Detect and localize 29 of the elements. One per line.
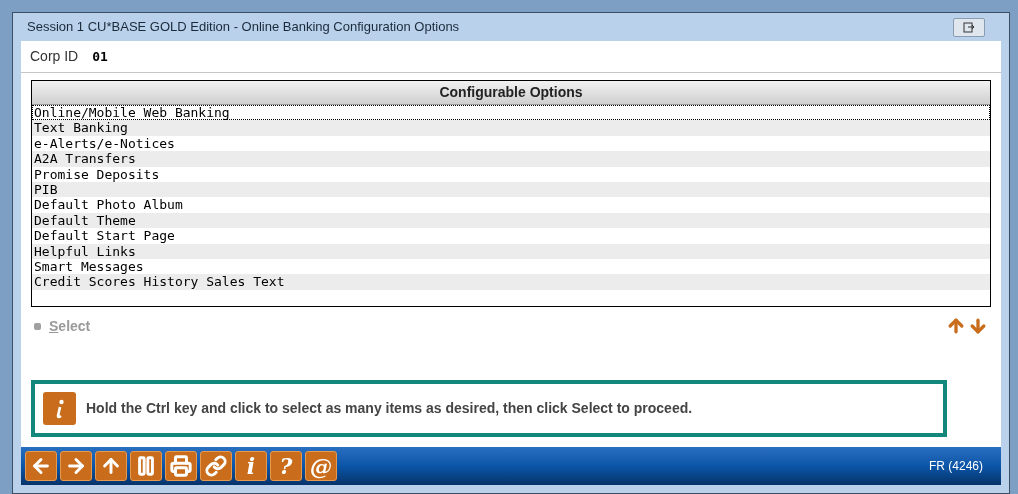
pause-icon — [135, 455, 157, 477]
window-title: Session 1 CU*BASE GOLD Edition - Online Banking Configuration Options — [26, 18, 460, 37]
toolbar-button[interactable]: i — [235, 451, 267, 481]
arrow-right-button[interactable] — [60, 451, 92, 481]
page-down-icon[interactable] — [968, 316, 988, 336]
option-row[interactable]: Credit Scores History Sales Text — [32, 274, 990, 290]
toolbar-button[interactable]: @ — [305, 451, 337, 481]
window-icon — [963, 21, 975, 33]
option-row[interactable]: Text Banking — [32, 120, 990, 136]
printer-button[interactable] — [165, 451, 197, 481]
arrow-left-button[interactable] — [25, 451, 57, 481]
link-icon — [205, 455, 227, 477]
option-row[interactable]: A2A Transfers — [32, 151, 990, 167]
table-heading: Configurable Options — [32, 81, 990, 105]
toolbar-button[interactable]: ? — [270, 451, 302, 481]
link-button[interactable] — [200, 451, 232, 481]
info-message: Hold the Ctrl key and click to select as many items as desired, then click Select to proceed. — [86, 399, 693, 418]
corp-id-label: Corp ID — [30, 47, 79, 66]
page-up-icon[interactable] — [946, 316, 966, 336]
screen-code: FR (4246) — [928, 458, 984, 475]
printer-icon — [170, 455, 192, 477]
corp-id-value: 01 — [92, 47, 108, 66]
option-row[interactable]: Online/Mobile Web Banking — [32, 105, 990, 121]
info-icon — [43, 392, 76, 425]
arrow-up-icon — [100, 455, 122, 477]
restore-button[interactable] — [953, 17, 985, 37]
pause-button[interactable] — [130, 451, 162, 481]
arrow-up-button[interactable] — [95, 451, 127, 481]
bullet-icon — [34, 322, 41, 330]
